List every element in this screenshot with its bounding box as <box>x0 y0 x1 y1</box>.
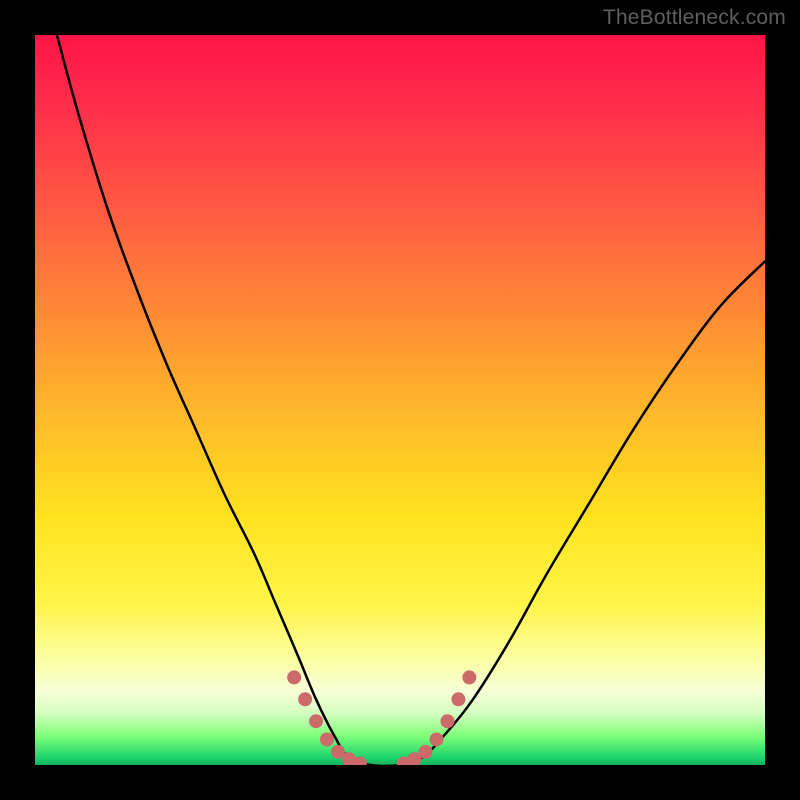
trough-marker-dot <box>430 732 444 746</box>
trough-marker-dot <box>451 692 465 706</box>
chart-frame: TheBottleneck.com <box>0 0 800 800</box>
watermark-text: TheBottleneck.com <box>603 6 786 30</box>
trough-marker-dot <box>309 714 323 728</box>
curve-layer <box>35 35 765 765</box>
bottleneck-curve <box>57 35 765 765</box>
trough-marker-dot <box>440 714 454 728</box>
plot-area <box>35 35 765 765</box>
trough-marker-dot <box>287 670 301 684</box>
trough-marker-dot <box>419 745 433 759</box>
trough-marker-dot <box>298 692 312 706</box>
trough-marker-dot <box>462 670 476 684</box>
trough-marker-dot <box>320 732 334 746</box>
